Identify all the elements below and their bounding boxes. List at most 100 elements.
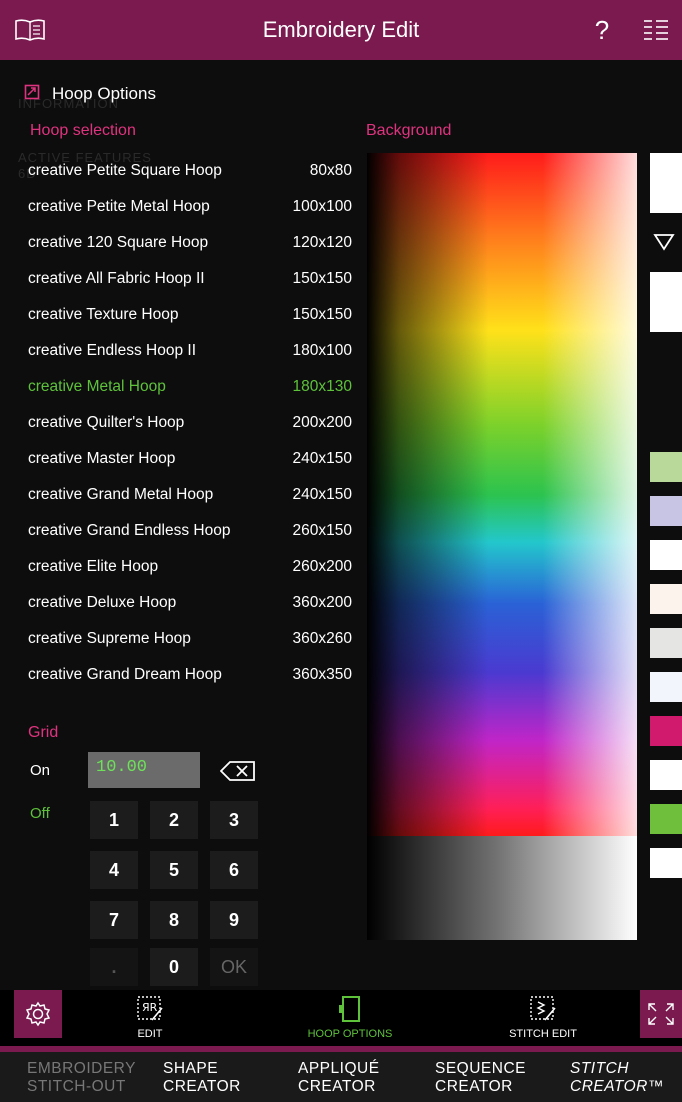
hoop-row[interactable]: creative Elite Hoop 260x200: [28, 549, 352, 585]
hoop-name: creative Grand Dream Hoop: [28, 666, 222, 683]
nav-line1: SHAPE: [163, 1060, 219, 1077]
hoop-selection-title: Hoop selection: [30, 122, 136, 139]
keypad-key[interactable]: 7: [90, 901, 138, 939]
swatch-selected-large[interactable]: [650, 272, 682, 332]
color-swatch[interactable]: [650, 848, 682, 878]
hoop-size: 260x150: [292, 522, 352, 539]
hoop-row[interactable]: creative Petite Square Hoop 80x80: [28, 153, 352, 189]
hoop-name: creative All Fabric Hoop II: [28, 270, 205, 287]
nav-line2: CREATOR™: [570, 1078, 664, 1095]
keypad-ok-button[interactable]: OK: [210, 948, 258, 986]
keypad-key[interactable]: 0: [150, 948, 198, 986]
top-bar: Embroidery Edit ?: [0, 0, 682, 60]
grid-on-option[interactable]: On: [30, 762, 50, 779]
nav-line1: APPLIQUÉ: [298, 1060, 380, 1077]
nav-shape-creator[interactable]: SHAPE CREATOR: [163, 1060, 241, 1096]
color-swatch[interactable]: [650, 584, 682, 614]
hoop-name: creative Supreme Hoop: [28, 630, 191, 647]
hoop-row[interactable]: creative Deluxe Hoop 360x200: [28, 585, 352, 621]
color-swatch[interactable]: [650, 804, 682, 834]
svg-text:ЯR: ЯR: [142, 1001, 158, 1014]
hoop-size: 180x100: [292, 342, 352, 359]
nav-stitch-creator[interactable]: STITCH CREATOR™: [570, 1060, 664, 1096]
swatch-top[interactable]: [650, 153, 682, 213]
hoop-row[interactable]: creative Grand Endless Hoop 260x150: [28, 513, 352, 549]
background-gray-slider[interactable]: [367, 836, 637, 940]
menu-icon[interactable]: [630, 0, 682, 60]
hoop-name: creative Endless Hoop II: [28, 342, 197, 359]
hoop-name: creative Petite Metal Hoop: [28, 198, 210, 215]
hoop-name: creative Deluxe Hoop: [28, 594, 177, 611]
color-swatch[interactable]: [650, 540, 682, 570]
hoop-row[interactable]: creative Petite Metal Hoop 100x100: [28, 189, 352, 225]
keypad-key[interactable]: 9: [210, 901, 258, 939]
grid-title: Grid: [28, 724, 59, 741]
stitch-edit-tool[interactable]: STITCH EDIT: [496, 990, 590, 1046]
hoop-size: 120x120: [292, 234, 352, 251]
nav-sequence-creator[interactable]: SEQUENCE CREATOR: [435, 1060, 526, 1096]
color-swatch[interactable]: [650, 452, 682, 482]
hoop-size: 360x350: [292, 666, 352, 683]
help-icon[interactable]: ?: [572, 0, 632, 60]
edit-tool[interactable]: ЯR EDIT: [118, 990, 182, 1046]
hoop-row[interactable]: creative Grand Metal Hoop 240x150: [28, 477, 352, 513]
collapse-icon[interactable]: [640, 990, 682, 1038]
background-title: Background: [366, 122, 452, 139]
color-swatch[interactable]: [650, 496, 682, 526]
keypad-key[interactable]: 3: [210, 801, 258, 839]
hoop-name: creative Quilter's Hoop: [28, 414, 185, 431]
hoop-row[interactable]: creative 120 Square Hoop 120x120: [28, 225, 352, 261]
edit-icon: ЯR: [135, 994, 165, 1024]
hoop-name: creative Metal Hoop: [28, 378, 166, 395]
settings-gear-icon[interactable]: [14, 990, 62, 1038]
hoop-row[interactable]: creative Metal Hoop 180x130: [28, 369, 352, 405]
keypad-key[interactable]: 1: [90, 801, 138, 839]
panel-title: Hoop Options: [52, 84, 156, 103]
edit-label: EDIT: [137, 1028, 163, 1040]
hoop-size: 180x130: [292, 378, 352, 395]
nav-line1: EMBROIDERY: [27, 1060, 136, 1077]
panel-header: Hoop Options: [24, 82, 156, 106]
grid-value-input[interactable]: 10.00: [88, 752, 200, 788]
keypad-key[interactable]: 8: [150, 901, 198, 939]
triangle-down-icon[interactable]: [653, 232, 675, 252]
color-swatch[interactable]: [650, 672, 682, 702]
hoop-name: creative 120 Square Hoop: [28, 234, 209, 251]
hoop-options-icon: [24, 84, 40, 105]
keypad-key[interactable]: .: [90, 948, 138, 986]
hoop-size: 260x200: [292, 558, 352, 575]
hoop-options-panel: INFORMATION ACTIVE FEATURES 6D Hoop Opti…: [0, 60, 682, 990]
hoop-row[interactable]: creative Quilter's Hoop 200x200: [28, 405, 352, 441]
hoop-size: 240x150: [292, 486, 352, 503]
grid-off-option[interactable]: Off: [30, 805, 50, 822]
backspace-icon[interactable]: [216, 756, 260, 786]
keypad-key[interactable]: 2: [150, 801, 198, 839]
hoop-row[interactable]: creative Endless Hoop II 180x100: [28, 333, 352, 369]
hoop-size: 240x150: [292, 450, 352, 467]
hoop-name: creative Texture Hoop: [28, 306, 179, 323]
nav-line2: STITCH-OUT: [27, 1078, 126, 1095]
nav-line1: STITCH: [570, 1060, 629, 1077]
hoop-size: 80x80: [309, 162, 352, 179]
color-swatch[interactable]: [650, 628, 682, 658]
hoop-row[interactable]: creative All Fabric Hoop II 150x150: [28, 261, 352, 297]
hoop-size: 200x200: [292, 414, 352, 431]
nav-embroidery-stitch-out[interactable]: EMBROIDERY STITCH-OUT: [27, 1060, 136, 1096]
keypad-key[interactable]: 5: [150, 851, 198, 889]
nav-applique-creator[interactable]: APPLIQUÉ CREATOR: [298, 1060, 380, 1096]
hoop-row[interactable]: creative Supreme Hoop 360x260: [28, 621, 352, 657]
keypad-key[interactable]: 6: [210, 851, 258, 889]
color-swatch[interactable]: [650, 760, 682, 790]
bottom-nav: EMBROIDERY STITCH-OUT SHAPE CREATOR APPLIQ…: [0, 1052, 682, 1102]
tool-strip: ЯR EDIT HOOP OPTIONS STITCH EDIT: [0, 990, 682, 1046]
hoop-options-tool[interactable]: HOOP OPTIONS: [292, 990, 408, 1046]
hoop-name: creative Elite Hoop: [28, 558, 159, 575]
hoop-row[interactable]: creative Texture Hoop 150x150: [28, 297, 352, 333]
hoop-row[interactable]: creative Master Hoop 240x150: [28, 441, 352, 477]
keypad-key[interactable]: 4: [90, 851, 138, 889]
color-swatch[interactable]: [650, 716, 682, 746]
hoop-name: creative Grand Endless Hoop: [28, 522, 231, 539]
hoop-row[interactable]: creative Grand Dream Hoop 360x350: [28, 657, 352, 693]
background-color-picker[interactable]: [367, 153, 637, 836]
hoop-name: creative Petite Square Hoop: [28, 162, 222, 179]
